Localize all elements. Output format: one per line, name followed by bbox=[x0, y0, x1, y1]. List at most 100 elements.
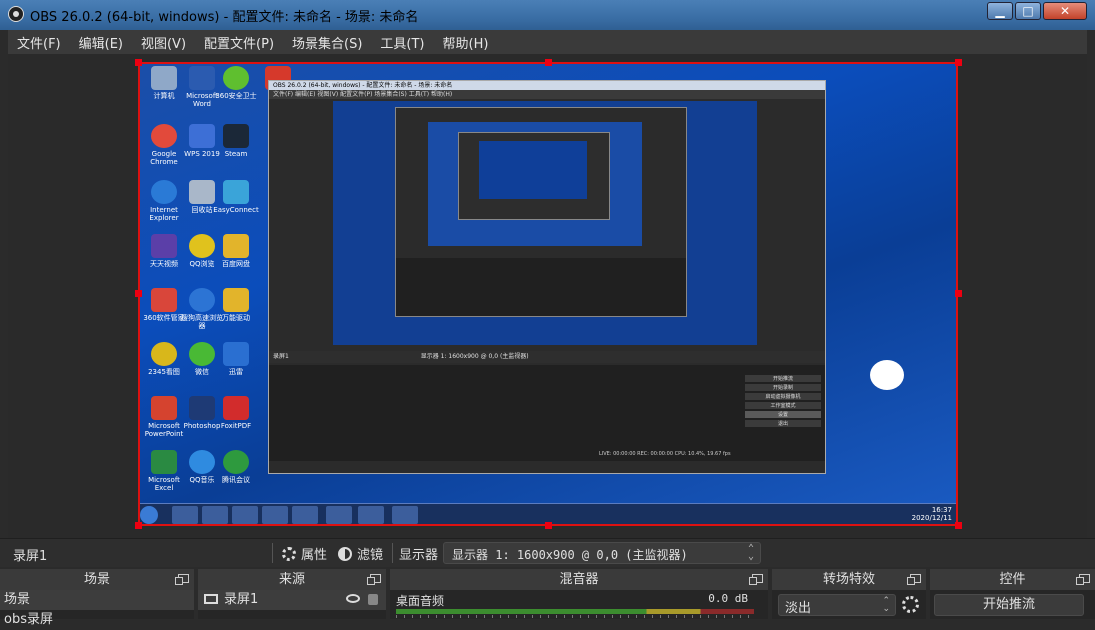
taskbar-app-icon bbox=[172, 506, 198, 524]
source-toolbar: 录屏1 属性 滤镜 显示器 显示器 1: 1600x900 @ 0,0 (主监视… bbox=[0, 538, 1095, 567]
filter-icon bbox=[338, 546, 352, 561]
dock-row: 场景 场景 obs录屏 来源 录屏1 混音器 桌面音频 0.0 dB 转场特效 … bbox=[0, 569, 1095, 627]
nested-status: LIVE: 00:00:00 REC: 00:00:00 CPU: 10.4%,… bbox=[599, 451, 731, 457]
mixer-title: 混音器 bbox=[559, 572, 599, 587]
menu-tools[interactable]: 工具(T) bbox=[371, 33, 433, 52]
properties-button[interactable]: 属性 bbox=[282, 544, 327, 563]
scene-item[interactable]: obs录屏 bbox=[0, 610, 194, 630]
taskbar-app-icon bbox=[326, 506, 352, 524]
taskbar-app-icon bbox=[262, 506, 288, 524]
maximize-button[interactable]: □ bbox=[1015, 2, 1041, 20]
captured-desktop[interactable]: 计算机 Google Chrome Internet Explorer 天天视频… bbox=[138, 62, 958, 526]
preview-area[interactable]: 计算机 Google Chrome Internet Explorer 天天视频… bbox=[8, 54, 1087, 538]
monitor-icon bbox=[204, 594, 218, 604]
scene-item[interactable]: 场景 bbox=[0, 590, 194, 610]
menu-edit[interactable]: 编辑(E) bbox=[70, 33, 132, 52]
nested-docks-2 bbox=[396, 258, 686, 316]
updown-chevron-icon: ⌃ ⌄ bbox=[747, 543, 754, 562]
nested-obs-window: OBS 26.0.2 (64-bit, windows) - 配置文件: 未命名… bbox=[268, 80, 826, 474]
close-button[interactable]: ✕ bbox=[1043, 2, 1087, 20]
transition-select[interactable]: 淡出 ⌃ ⌄ bbox=[778, 594, 896, 616]
resize-handle[interactable] bbox=[135, 290, 142, 297]
scenes-dock: 场景 场景 obs录屏 bbox=[0, 569, 194, 627]
controls-dock-title: 控件 bbox=[930, 569, 1095, 590]
resize-handle[interactable] bbox=[955, 290, 962, 297]
nested-preview-4 bbox=[479, 141, 587, 199]
nested-preview-3 bbox=[458, 132, 610, 220]
nested-preview bbox=[333, 101, 757, 345]
desktop-icon-label: 百度网盘 bbox=[222, 260, 250, 268]
toolbar-separator bbox=[272, 543, 273, 563]
desktop-icon-label: 万能驱动 bbox=[222, 314, 250, 322]
display-select-value: 显示器 1: 1600x900 @ 0,0 (主监视器) bbox=[452, 548, 688, 562]
mixer-track: 桌面音频 0.0 dB bbox=[390, 590, 768, 619]
desktop-icon-label: EasyConnect bbox=[213, 206, 259, 214]
minimize-button[interactable]: ▁ bbox=[987, 2, 1013, 20]
desktop-icon-label: 2345看图 bbox=[148, 368, 180, 376]
desktop-icon-label: 360安全卫士 bbox=[215, 92, 257, 100]
controls-dock: 控件 开始推流 bbox=[930, 569, 1095, 619]
desktop-icon-label: 腾讯会议 bbox=[222, 476, 250, 484]
start-streaming-button[interactable]: 开始推流 bbox=[934, 594, 1084, 616]
resize-handle[interactable] bbox=[135, 59, 142, 66]
undock-icon[interactable] bbox=[367, 574, 381, 585]
resize-handle[interactable] bbox=[135, 522, 142, 529]
menu-profile[interactable]: 配置文件(P) bbox=[195, 33, 283, 52]
undock-icon[interactable] bbox=[907, 574, 921, 585]
nested-control-btn: 开始推流 bbox=[745, 375, 821, 382]
source-item[interactable]: 录屏1 bbox=[198, 590, 386, 610]
menu-file[interactable]: 文件(F) bbox=[8, 33, 70, 52]
scenes-dock-title: 场景 bbox=[0, 569, 194, 590]
display-label: 显示器 bbox=[399, 548, 439, 563]
nested-display: 显示器 1: 1600x900 @ 0,0 (主监视器) bbox=[420, 353, 529, 360]
updown-chevron-icon: ⌃ ⌄ bbox=[882, 596, 890, 614]
desktop-icon-label: Google Chrome bbox=[150, 150, 178, 166]
taskbar-app-icon bbox=[358, 506, 384, 524]
controls-title: 控件 bbox=[999, 572, 1026, 587]
filters-label: 滤镜 bbox=[357, 548, 384, 563]
desktop-icon-label: QQ浏览 bbox=[189, 260, 215, 268]
desktop-icon: Steam bbox=[212, 124, 260, 158]
toolbar-separator bbox=[392, 543, 393, 563]
transitions-title: 转场特效 bbox=[822, 572, 875, 587]
undock-icon[interactable] bbox=[1076, 574, 1090, 585]
menu-scene-collection[interactable]: 场景集合(S) bbox=[283, 33, 371, 52]
taskbar-app-icon bbox=[232, 506, 258, 524]
nested-preview-2 bbox=[428, 122, 642, 246]
transitions-dock-title: 转场特效 bbox=[772, 569, 926, 590]
nested-source: 录屏1 bbox=[273, 353, 289, 360]
lock-icon[interactable] bbox=[368, 594, 378, 605]
desktop-icon: 万能驱动 bbox=[212, 288, 260, 322]
nested-obs-window-2 bbox=[395, 107, 687, 317]
sources-dock-title: 来源 bbox=[198, 569, 386, 590]
desktop-icon-label: 天天视频 bbox=[150, 260, 178, 268]
desktop-icon-label: FoxitPDF bbox=[220, 422, 252, 430]
undock-icon[interactable] bbox=[749, 574, 763, 585]
display-select[interactable]: 显示器 1: 1600x900 @ 0,0 (主监视器) ⌃ ⌄ bbox=[443, 542, 761, 564]
taskbar-app-icon bbox=[292, 506, 318, 524]
filters-button[interactable]: 滤镜 bbox=[338, 544, 383, 563]
undock-icon[interactable] bbox=[175, 574, 189, 585]
menu-view[interactable]: 视图(V) bbox=[132, 33, 195, 52]
taskbar-app-icon bbox=[392, 506, 418, 524]
start-button-icon bbox=[140, 506, 158, 524]
tray-time: 16:37 bbox=[931, 506, 952, 514]
mixer-dock-title: 混音器 bbox=[390, 569, 768, 590]
nested-control-btn: 工作室模式 bbox=[745, 402, 821, 409]
resize-handle[interactable] bbox=[955, 522, 962, 529]
volume-meter bbox=[396, 609, 754, 614]
resize-handle[interactable] bbox=[545, 59, 552, 66]
eye-icon[interactable] bbox=[346, 594, 360, 603]
resize-handle[interactable] bbox=[545, 522, 552, 529]
desktop-icon-label: 迅雷 bbox=[229, 368, 243, 376]
menu-help[interactable]: 帮助(H) bbox=[434, 33, 498, 52]
scenes-list: 场景 obs录屏 bbox=[0, 590, 194, 627]
resize-handle[interactable] bbox=[955, 59, 962, 66]
desktop-icon: FoxitPDF bbox=[212, 396, 260, 430]
selected-source-name: 录屏1 bbox=[13, 549, 48, 564]
desktop-icon-label: 回收站 bbox=[191, 206, 213, 214]
transition-gear-icon[interactable] bbox=[902, 596, 919, 613]
nested-control-btn: 设置 bbox=[745, 411, 821, 418]
obs-logo-icon bbox=[8, 6, 24, 22]
mascot-sticker-icon bbox=[870, 360, 904, 390]
